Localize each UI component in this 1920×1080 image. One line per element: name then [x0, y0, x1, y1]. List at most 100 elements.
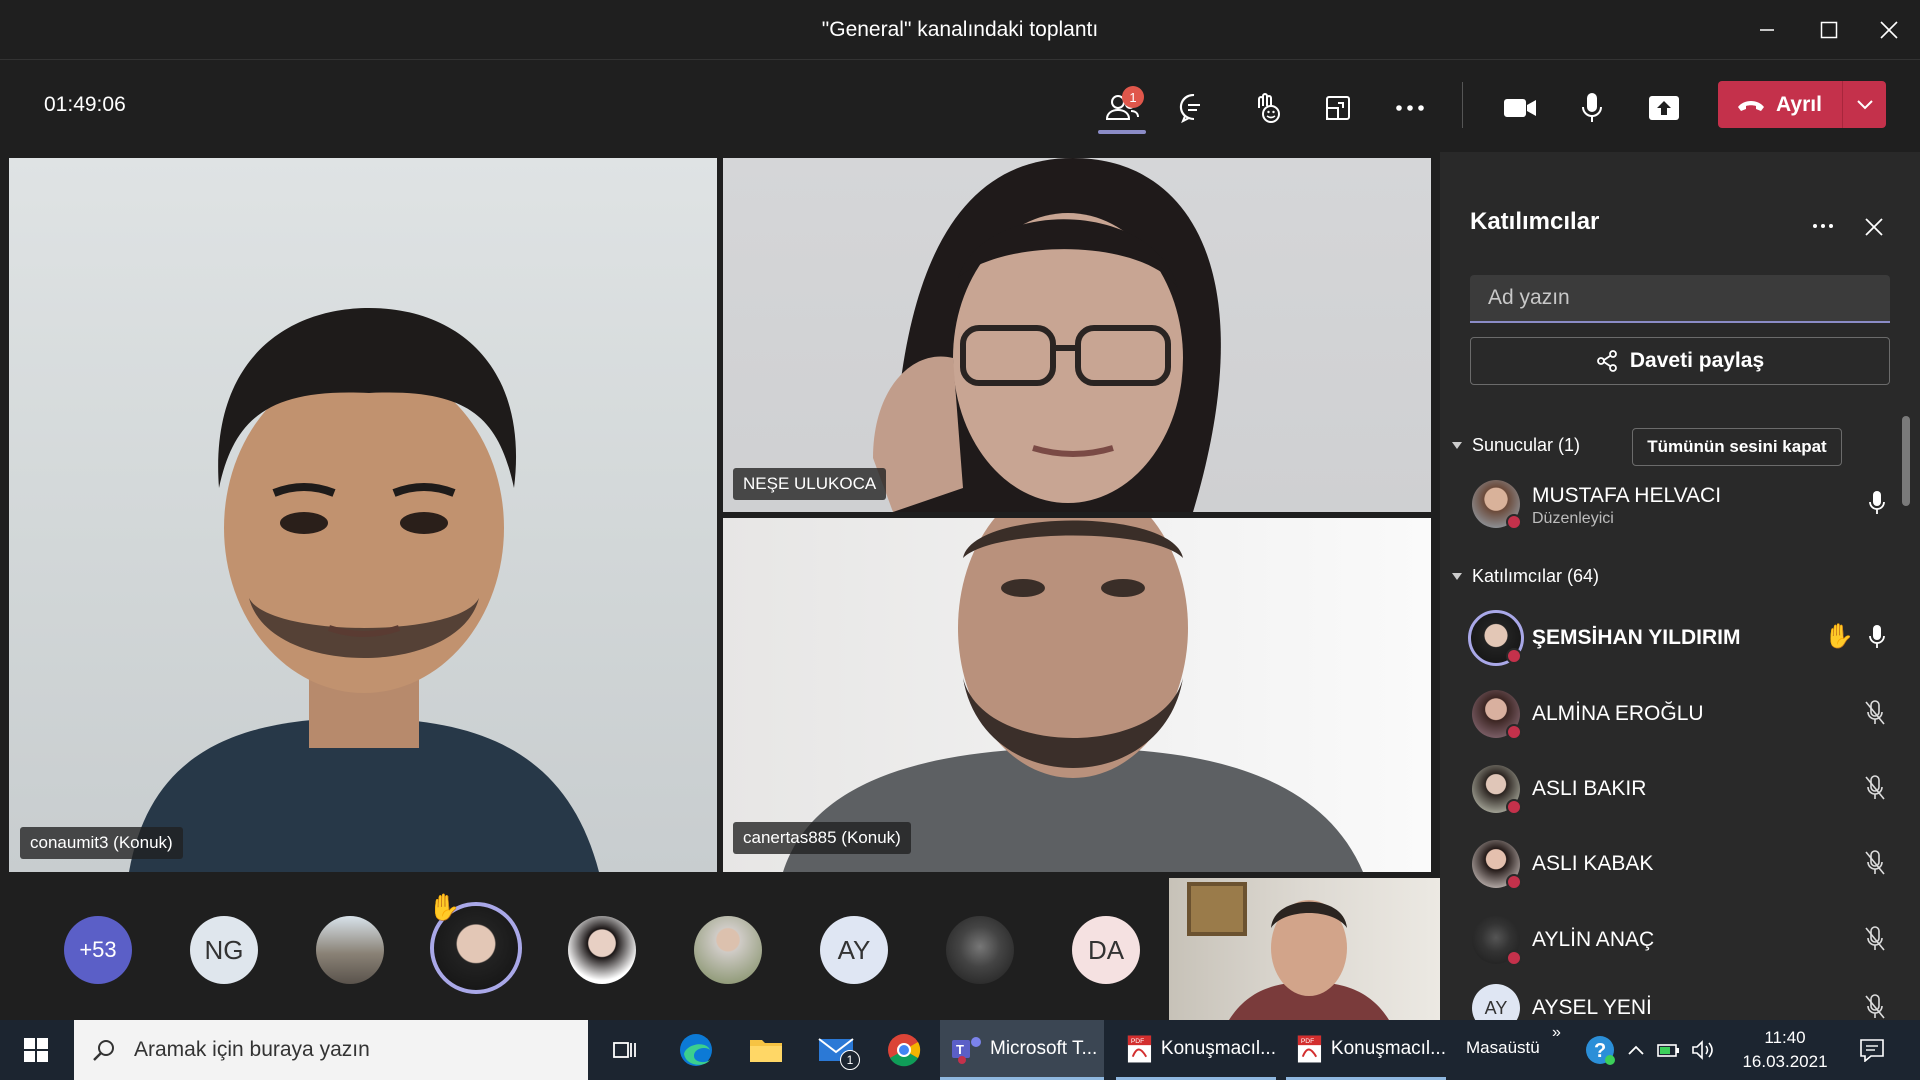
- teams-app-label: Microsoft T...: [990, 1037, 1098, 1059]
- participant-row[interactable]: AYLİN ANAÇ: [1462, 906, 1902, 974]
- share-screen-button[interactable]: [1638, 82, 1690, 134]
- taskbar-search-box[interactable]: Aramak için buraya yazın: [74, 1020, 588, 1080]
- participant-search-input[interactable]: [1470, 275, 1890, 323]
- microphone-button[interactable]: [1566, 82, 1618, 134]
- participant-avatar-photo[interactable]: [316, 916, 384, 984]
- pdf-taskbar-app-1[interactable]: PDF Konuşmacıl...: [1116, 1020, 1276, 1080]
- more-icon: [1813, 224, 1833, 228]
- participant-row[interactable]: ASLI KABAK: [1462, 830, 1902, 898]
- edge-taskbar-button[interactable]: [674, 1028, 718, 1072]
- participant-avatar-ng[interactable]: NG: [190, 916, 258, 984]
- participant-name: AYSEL YENİ: [1532, 996, 1652, 1019]
- close-icon: [1865, 218, 1883, 236]
- show-hidden-icons-button[interactable]: [1622, 1028, 1650, 1072]
- maximize-button[interactable]: [1806, 10, 1852, 50]
- windows-taskbar: Aramak için buraya yazın 1 T Microsoft T…: [0, 1020, 1920, 1080]
- chat-button[interactable]: [1168, 82, 1220, 134]
- mic-icon: [1868, 490, 1886, 521]
- taskbar-search-placeholder: Aramak için buraya yazın: [134, 1038, 370, 1061]
- battery-icon: [1657, 1044, 1679, 1057]
- mic-icon: [1582, 93, 1602, 122]
- chrome-icon: [888, 1034, 921, 1067]
- pdf-taskbar-app-2[interactable]: PDF Konuşmacıl...: [1286, 1020, 1446, 1080]
- toolbar-expand-icon[interactable]: »: [1552, 1024, 1561, 1042]
- participant-row[interactable]: ASLI BAKIR: [1462, 755, 1902, 823]
- leave-button[interactable]: Ayrıl: [1718, 81, 1886, 128]
- mute-all-button[interactable]: Tümünün sesini kapat: [1632, 428, 1842, 466]
- task-view-button[interactable]: [602, 1028, 646, 1072]
- participant-row[interactable]: AY AYSEL YENİ: [1462, 974, 1902, 1020]
- attendees-section-toggle[interactable]: Katılımcılar (64): [1452, 566, 1599, 587]
- participant-avatar-photo[interactable]: [568, 916, 636, 984]
- meeting-timer: 01:49:06: [44, 93, 126, 116]
- chevron-up-icon: [1628, 1045, 1644, 1055]
- self-video-preview[interactable]: [1169, 878, 1440, 1020]
- mail-taskbar-button[interactable]: 1: [814, 1028, 860, 1072]
- more-participants-avatar[interactable]: +53: [64, 916, 132, 984]
- minimize-button[interactable]: [1744, 10, 1790, 50]
- teams-icon: T: [952, 1036, 981, 1064]
- pdf-icon: PDF: [1297, 1035, 1322, 1062]
- participant-row[interactable]: ALMİNA EROĞLU: [1462, 680, 1902, 748]
- title-bar: "General" kanalındaki toplantı: [0, 0, 1920, 60]
- toolbar-separator: [1462, 82, 1463, 128]
- panel-close-button[interactable]: [1858, 212, 1890, 242]
- participants-button[interactable]: 1: [1096, 82, 1148, 134]
- volume-icon: [1692, 1040, 1713, 1060]
- invite-label: Daveti paylaş: [1629, 349, 1765, 372]
- pdf-icon: PDF: [1127, 1035, 1152, 1062]
- start-button[interactable]: [14, 1028, 58, 1072]
- camera-button[interactable]: [1494, 82, 1546, 134]
- notification-icon: [1860, 1039, 1884, 1062]
- participant-name: ASLI BAKIR: [1532, 777, 1647, 800]
- video-stage: conaumit3 (Konuk) NEŞE ULUKOCA canertas8…: [0, 152, 1440, 1020]
- raise-hand-button[interactable]: [1240, 82, 1292, 134]
- more-icon: [1396, 105, 1424, 111]
- video-tile-nese-ulukoca[interactable]: NEŞE ULUKOCA: [723, 158, 1431, 512]
- help-tray-button[interactable]: ?: [1578, 1028, 1622, 1072]
- status-dot: [1506, 950, 1522, 966]
- participant-row-presenter[interactable]: MUSTAFA HELVACI Düzenleyici: [1462, 470, 1902, 538]
- participant-video-image: [873, 158, 1221, 512]
- notification-center-button[interactable]: [1850, 1028, 1894, 1072]
- edge-icon: [680, 1034, 712, 1066]
- task-view-icon: [613, 1042, 636, 1058]
- layout-button[interactable]: [1312, 82, 1364, 134]
- more-actions-button[interactable]: [1384, 82, 1436, 134]
- battery-tray-icon[interactable]: [1654, 1028, 1684, 1072]
- leave-main[interactable]: Ayrıl: [1718, 81, 1842, 128]
- volume-tray-icon[interactable]: [1688, 1028, 1718, 1072]
- status-dot: [1506, 874, 1522, 890]
- panel-scrollbar[interactable]: [1902, 416, 1910, 506]
- participant-avatar-da[interactable]: DA: [1072, 916, 1140, 984]
- close-window-button[interactable]: [1866, 10, 1912, 50]
- participant-name: AYLİN ANAÇ: [1532, 928, 1655, 951]
- participant-avatar-ay[interactable]: AY: [820, 916, 888, 984]
- participant-role: Düzenleyici: [1532, 510, 1614, 527]
- file-explorer-button[interactable]: [744, 1028, 788, 1072]
- raised-hand-icon: ✋: [428, 892, 461, 922]
- video-tile-canertas885[interactable]: canertas885 (Konuk): [723, 518, 1431, 872]
- share-icon: [1649, 96, 1679, 120]
- mic-icon: [1868, 624, 1886, 655]
- status-dot: [1506, 724, 1522, 740]
- teams-taskbar-app[interactable]: T Microsoft T...: [940, 1020, 1104, 1080]
- taskbar-clock[interactable]: 11:40 16.03.2021: [1740, 1026, 1830, 1074]
- participant-avatar-photo[interactable]: [694, 916, 762, 984]
- participant-avatar-photo[interactable]: [946, 916, 1014, 984]
- participant-row[interactable]: ŞEMSİHAN YILDIRIM ✋: [1462, 604, 1902, 672]
- windows-logo-icon: [24, 1038, 48, 1062]
- panel-more-button[interactable]: [1806, 216, 1840, 236]
- raise-hand-icon: [1258, 93, 1280, 123]
- leave-options-dropdown[interactable]: [1843, 81, 1886, 128]
- participant-name: ASLI KABAK: [1532, 852, 1654, 875]
- presenters-section-toggle[interactable]: Sunucular (1): [1452, 435, 1580, 456]
- video-tile-conaumit3[interactable]: conaumit3 (Konuk): [9, 158, 717, 872]
- desktop-toolbar-label[interactable]: Masaüstü: [1466, 1038, 1540, 1058]
- share-invite-button[interactable]: Daveti paylaş: [1470, 337, 1890, 385]
- self-video-image: [1187, 882, 1389, 1020]
- active-tab-indicator: [1098, 130, 1146, 134]
- window-title: "General" kanalındaki toplantı: [821, 18, 1099, 41]
- chrome-taskbar-button[interactable]: [882, 1028, 926, 1072]
- mic-muted-icon: [1864, 700, 1886, 731]
